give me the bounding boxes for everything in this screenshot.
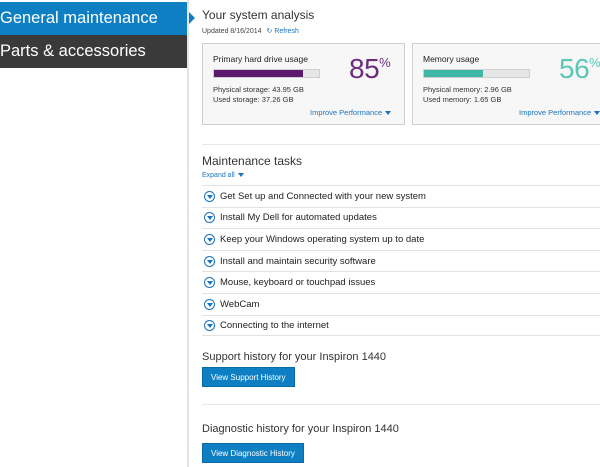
task-label: Connecting to the internet <box>220 319 329 331</box>
updated-date: Updated 8/16/2014 <box>202 28 262 35</box>
hard-drive-label: Primary hard drive usage <box>213 54 308 64</box>
expand-circle-icon <box>204 212 215 224</box>
nav-parts-accessories[interactable]: Parts & accessories <box>0 35 187 68</box>
task-item[interactable]: Keep your Windows operating system up to… <box>202 228 600 250</box>
system-analysis-title: Your system analysis <box>202 8 315 22</box>
memory-label: Memory usage <box>423 54 480 64</box>
left-nav: General maintenance Parts & accessories <box>0 0 195 467</box>
hard-drive-percent: 85% <box>349 53 391 85</box>
task-list: Get Set up and Connected with your new s… <box>202 185 600 337</box>
used-storage: Used storage: 37.26 GB <box>213 95 294 104</box>
task-item[interactable]: Install and maintain security software <box>202 249 600 272</box>
divider <box>187 0 189 467</box>
task-label: Install and maintain security software <box>220 255 376 267</box>
expand-circle-icon <box>204 255 215 267</box>
memory-fill <box>424 70 483 77</box>
task-item[interactable]: Get Set up and Connected with your new s… <box>202 185 600 207</box>
task-label: Keep your Windows operating system up to… <box>220 233 425 245</box>
expand-circle-icon <box>204 298 215 310</box>
caret-down-icon <box>385 111 392 116</box>
diagnostic-history-title: Diagnostic history for your Inspiron 144… <box>202 423 399 435</box>
hard-drive-card: Primary hard drive usage 85% Physical st… <box>202 43 405 125</box>
memory-percent-value: 56 <box>559 53 590 84</box>
task-label: Install My Dell for automated updates <box>220 212 377 224</box>
section-divider <box>202 404 600 405</box>
memory-percent: 56% <box>559 53 600 85</box>
task-item[interactable]: WebCam <box>202 292 600 315</box>
improve-label: Improve Performance <box>519 108 592 117</box>
expand-all-link[interactable]: Expand all <box>202 172 244 179</box>
maintenance-title: Maintenance tasks <box>202 154 303 168</box>
memory-card: Memory usage 56% Physical memory: 2.96 G… <box>412 43 600 125</box>
view-diagnostic-history-button[interactable]: View Diagnostic History <box>202 443 304 463</box>
caret-down-icon <box>237 173 244 178</box>
task-item[interactable]: Mouse, keyboard or touchpad issues <box>202 271 600 293</box>
nav-general-maintenance[interactable]: General maintenance <box>0 2 195 35</box>
task-item[interactable]: Install My Dell for automated updates <box>202 206 600 229</box>
section-divider <box>202 144 600 145</box>
improve-performance-link[interactable]: Improve Performance <box>310 108 392 117</box>
view-support-history-button[interactable]: View Support History <box>202 367 295 387</box>
task-label: Get Set up and Connected with your new s… <box>220 190 426 202</box>
caret-down-icon <box>594 111 600 116</box>
task-item[interactable]: Connecting to the internet <box>202 314 600 337</box>
expand-circle-icon <box>204 190 215 202</box>
memory-percent-symbol: % <box>589 55 600 70</box>
task-label: WebCam <box>220 298 260 310</box>
expand-all-label: Expand all <box>202 172 235 179</box>
hard-drive-bar <box>213 69 320 78</box>
physical-storage: Physical storage: 43.95 GB <box>213 85 304 94</box>
refresh-link[interactable]: ↻ Refresh <box>267 28 299 35</box>
expand-circle-icon <box>204 319 215 331</box>
expand-circle-icon <box>204 277 215 289</box>
hard-drive-percent-value: 85 <box>349 53 380 84</box>
task-label: Mouse, keyboard or touchpad issues <box>220 277 376 289</box>
used-memory: Used memory: 1.65 GB <box>423 95 502 104</box>
main-content: Your system analysis Updated 8/16/2014 ↻… <box>202 0 600 467</box>
physical-memory: Physical memory: 2.96 GB <box>423 85 512 94</box>
expand-circle-icon <box>204 233 215 245</box>
updated-line: Updated 8/16/2014 ↻ Refresh <box>202 27 299 35</box>
hard-drive-percent-symbol: % <box>379 55 391 70</box>
refresh-label: Refresh <box>274 28 299 35</box>
support-history-title: Support history for your Inspiron 1440 <box>202 351 387 363</box>
improve-performance-link-memory[interactable]: Improve Performance <box>519 108 600 117</box>
improve-label: Improve Performance <box>310 108 383 117</box>
hard-drive-fill <box>214 70 304 77</box>
memory-bar <box>423 69 530 78</box>
